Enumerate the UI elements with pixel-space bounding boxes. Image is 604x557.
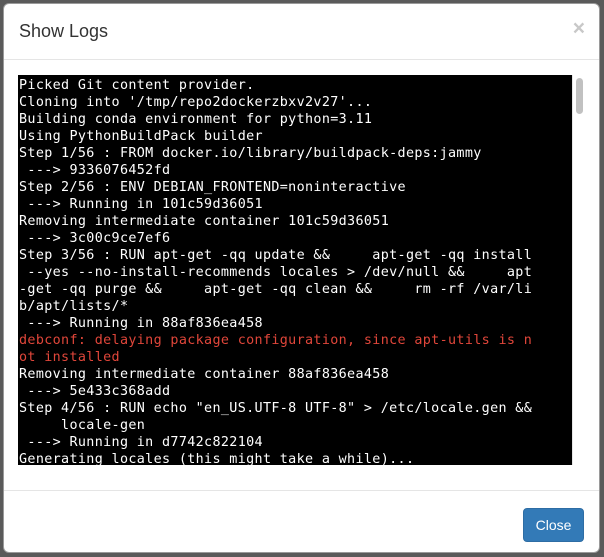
log-line: Picked Git content provider. xyxy=(19,78,255,93)
log-line: Building conda environment for python=3.… xyxy=(19,112,373,127)
log-line: ---> Running in 101c59d36051 xyxy=(19,197,263,212)
log-line: Step 2/56 : ENV DEBIAN_FRONTEND=noninter… xyxy=(19,180,406,195)
scrollbar-thumb[interactable] xyxy=(576,78,583,114)
close-icon[interactable]: × xyxy=(573,18,585,39)
close-button[interactable]: Close xyxy=(523,508,584,542)
log-line: Removing intermediate container 101c59d3… xyxy=(19,214,390,229)
log-line: Cloning into '/tmp/repo2dockerzbxv2v27'.… xyxy=(19,95,373,110)
dialog-footer: Close xyxy=(4,490,599,552)
log-line: locale-gen xyxy=(19,418,146,433)
log-line: ---> Running in d7742c822104 xyxy=(19,435,263,450)
dialog-body: Picked Git content provider. Cloning into… xyxy=(18,75,586,465)
log-line: ---> 5e433c368add xyxy=(19,384,171,399)
log-line: Removing intermediate container 88af836e… xyxy=(19,367,390,382)
log-line: Step 4/56 : RUN echo "en_US.UTF-8 UTF-8"… xyxy=(19,401,533,416)
dialog-header: Show Logs × xyxy=(4,4,599,60)
log-line: Using PythonBuildPack builder xyxy=(19,129,263,144)
log-line: ---> 3c00c9ce7ef6 xyxy=(19,231,171,246)
log-line-error: ot installed xyxy=(19,350,120,365)
log-line: ---> 9336076452fd xyxy=(19,163,171,178)
log-terminal[interactable]: Picked Git content provider. Cloning into… xyxy=(18,75,572,465)
log-line: -get -qq purge && apt-get -qq clean && r… xyxy=(19,282,533,297)
log-line: --yes --no-install-recommends locales > … xyxy=(19,265,533,280)
log-line: Step 3/56 : RUN apt-get -qq update && ap… xyxy=(19,248,533,263)
log-line: Generating locales (this might take a wh… xyxy=(19,452,415,465)
log-line-error: debconf: delaying package configuration,… xyxy=(19,333,533,348)
log-scrollbar[interactable] xyxy=(572,75,586,465)
show-logs-dialog: Show Logs × Picked Git content provider.… xyxy=(3,3,600,553)
dialog-title: Show Logs xyxy=(19,21,109,41)
log-line: Step 1/56 : FROM docker.io/library/build… xyxy=(19,146,482,161)
log-line: b/apt/lists/* xyxy=(19,299,129,314)
log-output: Picked Git content provider. Cloning into… xyxy=(19,77,571,465)
log-line: ---> Running in 88af836ea458 xyxy=(19,316,263,331)
